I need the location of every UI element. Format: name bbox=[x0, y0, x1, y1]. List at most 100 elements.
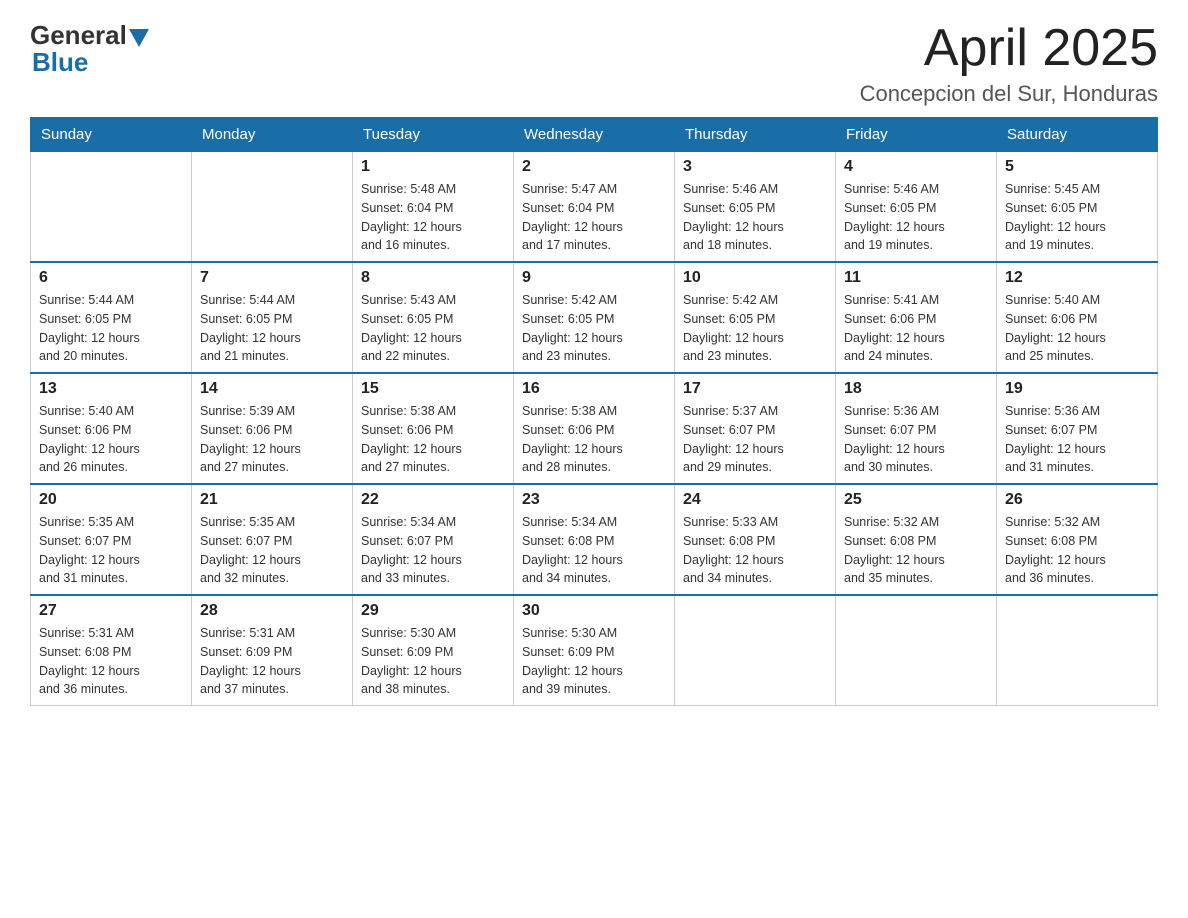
day-number: 8 bbox=[361, 269, 505, 287]
day-number: 6 bbox=[39, 269, 183, 287]
calendar-cell: 22Sunrise: 5:34 AMSunset: 6:07 PMDayligh… bbox=[353, 484, 514, 595]
calendar-cell bbox=[997, 595, 1158, 706]
calendar-cell: 15 Sunrise: 5:38 AMSunset: 6:06 PMDayligh… bbox=[353, 373, 514, 484]
calendar-cell: 1 Sunrise: 5:48 AMSunset: 6:04 PMDaylight… bbox=[353, 152, 514, 263]
day-number: 21 bbox=[200, 491, 344, 509]
day-number: 22 bbox=[361, 491, 505, 509]
day-info: Sunrise: 5:40 AMSunset: 6:06 PMDaylight:… bbox=[39, 402, 183, 477]
day-info: Sunrise: 5:30 AMSunset: 6:09 PMDaylight:… bbox=[522, 624, 666, 699]
day-number: 18 bbox=[844, 380, 988, 398]
calendar-cell: 4Sunrise: 5:46 AMSunset: 6:05 PMDaylight… bbox=[836, 152, 997, 263]
header-day-tuesday: Tuesday bbox=[353, 118, 514, 152]
calendar-cell: 3 Sunrise: 5:46 AMSunset: 6:05 PMDaylight… bbox=[675, 152, 836, 263]
calendar-cell: 11Sunrise: 5:41 AMSunset: 6:06 PMDayligh… bbox=[836, 262, 997, 373]
day-number: 2 bbox=[522, 158, 666, 176]
day-info: Sunrise: 5:32 AMSunset: 6:08 PMDaylight:… bbox=[1005, 513, 1149, 588]
logo-blue-text: Blue bbox=[30, 47, 88, 78]
calendar-cell: 6 Sunrise: 5:44 AMSunset: 6:05 PMDaylight… bbox=[31, 262, 192, 373]
day-number: 29 bbox=[361, 602, 505, 620]
month-title: April 2025 bbox=[860, 20, 1158, 77]
day-number: 25 bbox=[844, 491, 988, 509]
calendar-cell: 17 Sunrise: 5:37 AMSunset: 6:07 PMDayligh… bbox=[675, 373, 836, 484]
calendar-cell: 5 Sunrise: 5:45 AMSunset: 6:05 PMDaylight… bbox=[997, 152, 1158, 263]
calendar-cell: 26 Sunrise: 5:32 AMSunset: 6:08 PMDayligh… bbox=[997, 484, 1158, 595]
day-number: 26 bbox=[1005, 491, 1149, 509]
calendar-cell: 19 Sunrise: 5:36 AMSunset: 6:07 PMDayligh… bbox=[997, 373, 1158, 484]
day-info: Sunrise: 5:37 AMSunset: 6:07 PMDaylight:… bbox=[683, 402, 827, 477]
day-info: Sunrise: 5:48 AMSunset: 6:04 PMDaylight:… bbox=[361, 180, 505, 255]
day-info: Sunrise: 5:33 AMSunset: 6:08 PMDaylight:… bbox=[683, 513, 827, 588]
day-info: Sunrise: 5:31 AMSunset: 6:09 PMDaylight:… bbox=[200, 624, 344, 699]
calendar-cell: 28 Sunrise: 5:31 AMSunset: 6:09 PMDayligh… bbox=[192, 595, 353, 706]
header-day-saturday: Saturday bbox=[997, 118, 1158, 152]
day-number: 12 bbox=[1005, 269, 1149, 287]
day-info: Sunrise: 5:39 AMSunset: 6:06 PMDaylight:… bbox=[200, 402, 344, 477]
day-info: Sunrise: 5:38 AMSunset: 6:06 PMDaylight:… bbox=[522, 402, 666, 477]
calendar-header: SundayMondayTuesdayWednesdayThursdayFrid… bbox=[31, 118, 1158, 152]
calendar-cell: 8 Sunrise: 5:43 AMSunset: 6:05 PMDaylight… bbox=[353, 262, 514, 373]
day-info: Sunrise: 5:34 AMSunset: 6:08 PMDaylight:… bbox=[522, 513, 666, 588]
calendar-cell: 20 Sunrise: 5:35 AMSunset: 6:07 PMDayligh… bbox=[31, 484, 192, 595]
day-info: Sunrise: 5:46 AMSunset: 6:05 PMDaylight:… bbox=[683, 180, 827, 255]
header-day-friday: Friday bbox=[836, 118, 997, 152]
day-info: Sunrise: 5:47 AMSunset: 6:04 PMDaylight:… bbox=[522, 180, 666, 255]
title-section: April 2025 Concepcion del Sur, Honduras bbox=[860, 20, 1158, 107]
page-header: General Blue April 2025 Concepcion del S… bbox=[30, 20, 1158, 107]
calendar-cell: 23Sunrise: 5:34 AMSunset: 6:08 PMDayligh… bbox=[514, 484, 675, 595]
logo: General Blue bbox=[30, 20, 149, 78]
day-number: 5 bbox=[1005, 158, 1149, 176]
calendar-week-3: 13 Sunrise: 5:40 AMSunset: 6:06 PMDayligh… bbox=[31, 373, 1158, 484]
day-number: 20 bbox=[39, 491, 183, 509]
day-number: 1 bbox=[361, 158, 505, 176]
day-info: Sunrise: 5:36 AMSunset: 6:07 PMDaylight:… bbox=[1005, 402, 1149, 477]
day-info: Sunrise: 5:35 AMSunset: 6:07 PMDaylight:… bbox=[39, 513, 183, 588]
day-number: 4 bbox=[844, 158, 988, 176]
day-number: 27 bbox=[39, 602, 183, 620]
calendar-cell bbox=[192, 152, 353, 263]
day-info: Sunrise: 5:44 AMSunset: 6:05 PMDaylight:… bbox=[39, 291, 183, 366]
day-info: Sunrise: 5:40 AMSunset: 6:06 PMDaylight:… bbox=[1005, 291, 1149, 366]
calendar-cell: 13 Sunrise: 5:40 AMSunset: 6:06 PMDayligh… bbox=[31, 373, 192, 484]
day-number: 9 bbox=[522, 269, 666, 287]
calendar-body: 1 Sunrise: 5:48 AMSunset: 6:04 PMDaylight… bbox=[31, 152, 1158, 706]
header-day-monday: Monday bbox=[192, 118, 353, 152]
calendar-cell: 7Sunrise: 5:44 AMSunset: 6:05 PMDaylight… bbox=[192, 262, 353, 373]
day-info: Sunrise: 5:42 AMSunset: 6:05 PMDaylight:… bbox=[683, 291, 827, 366]
day-info: Sunrise: 5:32 AMSunset: 6:08 PMDaylight:… bbox=[844, 513, 988, 588]
calendar-week-4: 20 Sunrise: 5:35 AMSunset: 6:07 PMDayligh… bbox=[31, 484, 1158, 595]
day-number: 24 bbox=[683, 491, 827, 509]
day-number: 10 bbox=[683, 269, 827, 287]
calendar-cell: 24 Sunrise: 5:33 AMSunset: 6:08 PMDayligh… bbox=[675, 484, 836, 595]
day-info: Sunrise: 5:41 AMSunset: 6:06 PMDaylight:… bbox=[844, 291, 988, 366]
day-number: 15 bbox=[361, 380, 505, 398]
calendar-cell: 27Sunrise: 5:31 AMSunset: 6:08 PMDayligh… bbox=[31, 595, 192, 706]
day-info: Sunrise: 5:35 AMSunset: 6:07 PMDaylight:… bbox=[200, 513, 344, 588]
calendar-table: SundayMondayTuesdayWednesdayThursdayFrid… bbox=[30, 117, 1158, 706]
day-number: 14 bbox=[200, 380, 344, 398]
day-number: 17 bbox=[683, 380, 827, 398]
header-row: SundayMondayTuesdayWednesdayThursdayFrid… bbox=[31, 118, 1158, 152]
day-number: 28 bbox=[200, 602, 344, 620]
day-number: 19 bbox=[1005, 380, 1149, 398]
calendar-cell: 21 Sunrise: 5:35 AMSunset: 6:07 PMDayligh… bbox=[192, 484, 353, 595]
calendar-cell: 14 Sunrise: 5:39 AMSunset: 6:06 PMDayligh… bbox=[192, 373, 353, 484]
calendar-cell bbox=[836, 595, 997, 706]
day-number: 13 bbox=[39, 380, 183, 398]
day-info: Sunrise: 5:30 AMSunset: 6:09 PMDaylight:… bbox=[361, 624, 505, 699]
day-info: Sunrise: 5:38 AMSunset: 6:06 PMDaylight:… bbox=[361, 402, 505, 477]
location-title: Concepcion del Sur, Honduras bbox=[860, 81, 1158, 107]
day-info: Sunrise: 5:43 AMSunset: 6:05 PMDaylight:… bbox=[361, 291, 505, 366]
day-info: Sunrise: 5:42 AMSunset: 6:05 PMDaylight:… bbox=[522, 291, 666, 366]
day-number: 3 bbox=[683, 158, 827, 176]
day-info: Sunrise: 5:44 AMSunset: 6:05 PMDaylight:… bbox=[200, 291, 344, 366]
calendar-cell bbox=[675, 595, 836, 706]
calendar-cell: 9 Sunrise: 5:42 AMSunset: 6:05 PMDaylight… bbox=[514, 262, 675, 373]
calendar-cell: 2 Sunrise: 5:47 AMSunset: 6:04 PMDaylight… bbox=[514, 152, 675, 263]
header-day-wednesday: Wednesday bbox=[514, 118, 675, 152]
logo-triangle-icon bbox=[129, 29, 149, 47]
calendar-cell: 12 Sunrise: 5:40 AMSunset: 6:06 PMDayligh… bbox=[997, 262, 1158, 373]
day-number: 16 bbox=[522, 380, 666, 398]
header-day-thursday: Thursday bbox=[675, 118, 836, 152]
day-info: Sunrise: 5:36 AMSunset: 6:07 PMDaylight:… bbox=[844, 402, 988, 477]
day-info: Sunrise: 5:45 AMSunset: 6:05 PMDaylight:… bbox=[1005, 180, 1149, 255]
